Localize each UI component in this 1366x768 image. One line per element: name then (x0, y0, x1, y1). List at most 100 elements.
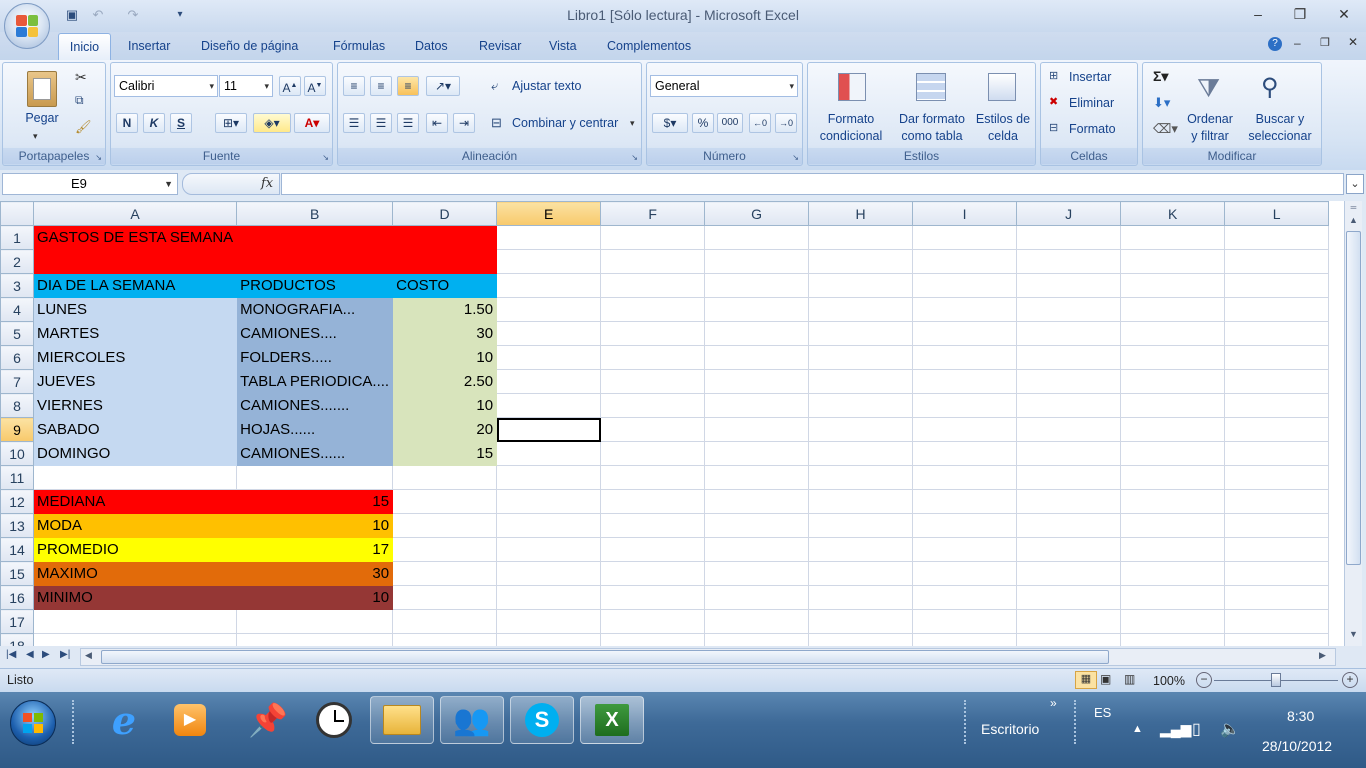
tab-formulas[interactable]: Fórmulas (333, 38, 385, 58)
cell-j10[interactable] (1016, 441, 1122, 466)
cell-a17[interactable] (32, 609, 238, 634)
tab-inicio[interactable]: Inicio (58, 33, 111, 61)
cell-b4[interactable]: MONOGRAFIA... (236, 297, 394, 322)
cell-a15[interactable]: MAXIMO (32, 561, 238, 586)
cell-a6[interactable]: MIERCOLES (32, 345, 238, 370)
tab-datos[interactable]: Datos (415, 38, 448, 58)
thousands-button[interactable]: 000 (717, 113, 743, 133)
conditional-format-label1[interactable]: Formato (812, 112, 890, 126)
cell-i14[interactable] (912, 537, 1018, 562)
horizontal-scrollbar[interactable]: ◀ ▶ (80, 648, 1336, 666)
cell-j11[interactable] (1016, 465, 1122, 490)
cell-k14[interactable] (1120, 537, 1226, 562)
cell-g12[interactable] (704, 489, 810, 514)
fill-color-button[interactable]: ◈▾ (253, 113, 291, 133)
skype-icon[interactable]: S (510, 696, 574, 744)
cell-f5[interactable] (600, 321, 706, 346)
cell-h2[interactable] (808, 249, 914, 274)
pushpin-icon[interactable]: 📌 (236, 696, 300, 744)
cell-f13[interactable] (600, 513, 706, 538)
scroll-down-icon[interactable]: ▼ (1347, 629, 1360, 643)
first-sheet-icon[interactable]: |◀ (6, 649, 16, 660)
cell-i12[interactable] (912, 489, 1018, 514)
cell-h13[interactable] (808, 513, 914, 538)
cell-l10[interactable] (1224, 441, 1330, 466)
cell-h7[interactable] (808, 369, 914, 394)
cell-b1[interactable] (236, 225, 394, 250)
delete-cells-button[interactable]: Eliminar (1069, 96, 1114, 110)
font-color-button[interactable]: A▾ (294, 113, 330, 133)
cell-l7[interactable] (1224, 369, 1330, 394)
toolbar-chevron-icon[interactable]: » (1050, 696, 1057, 710)
conditional-format-label2[interactable]: condicional (812, 129, 890, 143)
dialog-launcher-icon[interactable]: ↘ (322, 153, 329, 162)
cell-f3[interactable] (600, 273, 706, 298)
dialog-launcher-icon[interactable]: ↘ (95, 153, 102, 162)
cell-d11[interactable] (392, 465, 498, 490)
cell-l5[interactable] (1224, 321, 1330, 346)
cell-e10[interactable] (496, 441, 602, 466)
clock-date[interactable]: 28/10/2012 (1262, 738, 1332, 754)
cell-j6[interactable] (1016, 345, 1122, 370)
cell-h9[interactable] (808, 417, 914, 442)
cell-d13[interactable] (392, 513, 498, 538)
decrease-decimal-icon[interactable]: →0 (775, 113, 797, 133)
cell-a3[interactable]: DIA DE LA SEMANA (32, 273, 238, 298)
tab-revisar[interactable]: Revisar (479, 38, 521, 58)
cell-b6[interactable]: FOLDERS..... (236, 345, 394, 370)
align-top-icon[interactable]: ≡ (343, 76, 365, 96)
language-indicator[interactable]: ES (1094, 705, 1111, 720)
cell-l9[interactable] (1224, 417, 1330, 442)
cell-e12[interactable] (496, 489, 602, 514)
chevron-down-icon[interactable]: ▾ (630, 118, 635, 129)
fill-icon[interactable]: ⬇▾ (1153, 95, 1170, 111)
cell-b12[interactable]: 15 (236, 489, 394, 514)
cell-l13[interactable] (1224, 513, 1330, 538)
tab-vista[interactable]: Vista (549, 38, 577, 58)
row-header[interactable]: 17 (0, 609, 34, 634)
currency-icon[interactable]: $▾ (652, 113, 688, 133)
volume-icon[interactable]: 🔈 (1220, 719, 1240, 739)
cell-d9[interactable]: 20 (392, 417, 498, 442)
clear-icon[interactable]: ⌫▾ (1153, 121, 1178, 137)
cell-i16[interactable] (912, 585, 1018, 610)
show-hidden-icons-icon[interactable]: ▲ (1132, 723, 1143, 735)
cell-d4[interactable]: 1.50 (392, 297, 498, 322)
select-all-corner[interactable] (0, 201, 34, 226)
cell-a1[interactable]: GASTOS DE ESTA SEMANA (32, 225, 238, 250)
cell-g7[interactable] (704, 369, 810, 394)
cell-e3[interactable] (496, 273, 602, 298)
column-header[interactable]: D (392, 201, 498, 226)
cell-f9[interactable] (600, 417, 706, 442)
cell-b9[interactable]: HOJAS...... (236, 417, 394, 442)
cell-i7[interactable] (912, 369, 1018, 394)
cell-d10[interactable]: 15 (392, 441, 498, 466)
cell-i5[interactable] (912, 321, 1018, 346)
column-header[interactable]: A (32, 201, 238, 226)
cell-g11[interactable] (704, 465, 810, 490)
format-painter-icon[interactable]: 🖌 (75, 119, 92, 135)
start-button[interactable] (10, 700, 56, 746)
cell-g3[interactable] (704, 273, 810, 298)
cell-l3[interactable] (1224, 273, 1330, 298)
cell-l18[interactable] (1224, 633, 1330, 646)
cell-g2[interactable] (704, 249, 810, 274)
zoom-in-icon[interactable]: + (1342, 672, 1358, 688)
tab-diseno[interactable]: Diseño de página (201, 38, 298, 58)
cell-a14[interactable]: PROMEDIO (32, 537, 238, 562)
cell-d12[interactable] (392, 489, 498, 514)
cell-e1[interactable] (496, 225, 602, 250)
cell-a4[interactable]: LUNES (32, 297, 238, 322)
cell-h17[interactable] (808, 609, 914, 634)
cell-i4[interactable] (912, 297, 1018, 322)
row-header[interactable]: 2 (0, 249, 34, 274)
cell-styles-label1[interactable]: Estilos de (972, 112, 1034, 126)
paste-button[interactable]: Pegar (21, 111, 63, 125)
cell-d18[interactable] (392, 633, 498, 646)
cell-f8[interactable] (600, 393, 706, 418)
help-icon[interactable]: ? (1268, 37, 1282, 51)
cell-j12[interactable] (1016, 489, 1122, 514)
cell-h12[interactable] (808, 489, 914, 514)
cell-j2[interactable] (1016, 249, 1122, 274)
formula-input[interactable] (281, 173, 1344, 195)
